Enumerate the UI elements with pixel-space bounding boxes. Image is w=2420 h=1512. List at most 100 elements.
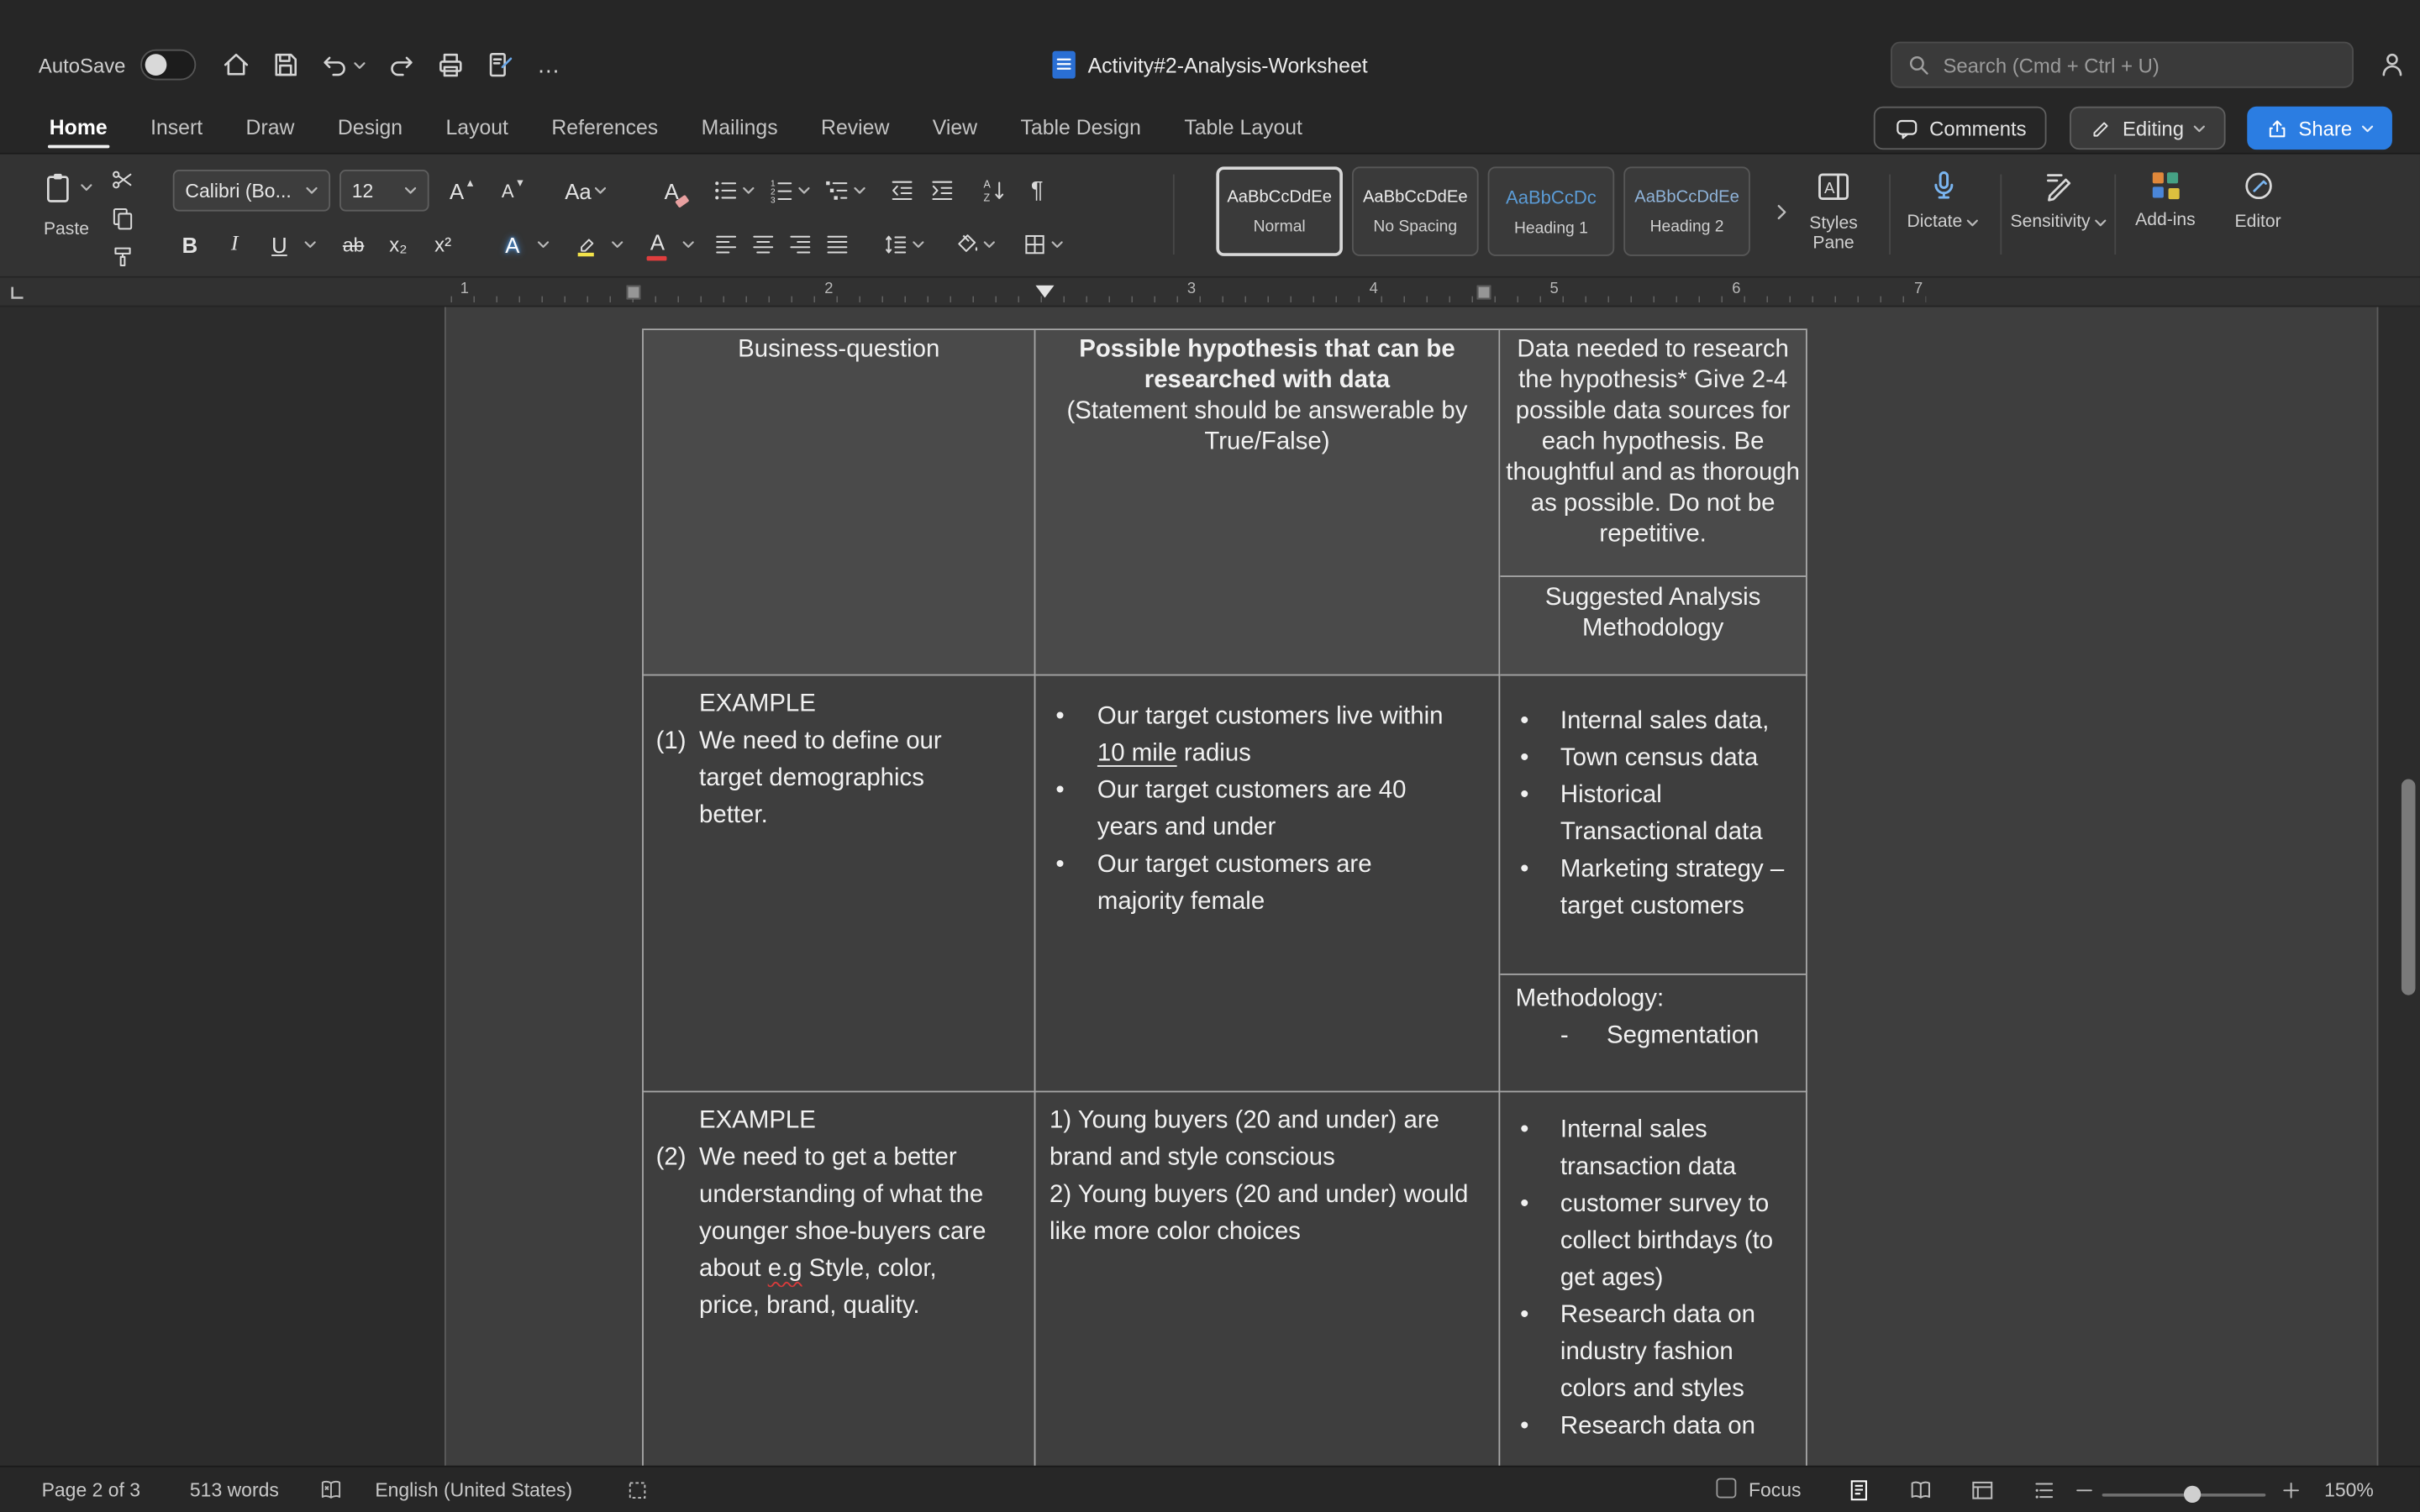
- first-line-indent-marker[interactable]: [1035, 285, 1055, 298]
- style-card-no-spacing[interactable]: AaBbCcDdEe No Spacing: [1351, 166, 1479, 256]
- grow-font-button[interactable]: A ▴: [441, 171, 481, 211]
- line-spacing-button[interactable]: [883, 232, 925, 258]
- bullets-button[interactable]: [713, 177, 755, 203]
- tab-view[interactable]: View: [911, 116, 999, 153]
- sort-button[interactable]: AZ: [981, 177, 1007, 203]
- zoom-percentage[interactable]: 150%: [2324, 1479, 2374, 1501]
- cell-example1-question[interactable]: EXAMPLE (1) We need to define our target…: [642, 675, 1036, 1093]
- cell-example2-hypotheses[interactable]: 1) Young buyers (20 and under) are brand…: [1035, 1092, 1501, 1466]
- justify-button[interactable]: [824, 232, 850, 258]
- header-subcell-data-needed[interactable]: Data needed to research the hypothesis* …: [1500, 330, 1806, 577]
- zoom-out-button[interactable]: [2075, 1479, 2095, 1499]
- undo-menu-chevron-icon[interactable]: [354, 61, 366, 69]
- sensitivity-button[interactable]: Sensitivity: [2009, 168, 2108, 232]
- cell-example2-data[interactable]: Internal sales transaction data customer…: [1500, 1092, 1807, 1466]
- highlight-button[interactable]: [566, 224, 607, 265]
- multilevel-list-button[interactable]: [824, 177, 866, 203]
- subscript-button[interactable]: x₂: [378, 224, 418, 265]
- font-size-select[interactable]: 12: [339, 170, 429, 212]
- align-center-button[interactable]: [750, 232, 776, 258]
- selection-mode-button[interactable]: [625, 1478, 650, 1502]
- cell-example2-question[interactable]: EXAMPLE (2) We need to get a better unde…: [642, 1092, 1036, 1466]
- tab-table-layout[interactable]: Table Layout: [1163, 116, 1324, 153]
- read-mode-view-button[interactable]: [1907, 1477, 1933, 1503]
- tab-mailings[interactable]: Mailings: [680, 116, 799, 153]
- style-card-normal[interactable]: AaBbCcDdEe Normal: [1216, 166, 1343, 256]
- increase-indent-button[interactable]: [929, 177, 955, 203]
- format-painter-button[interactable]: [105, 241, 139, 274]
- align-right-button[interactable]: [787, 232, 813, 258]
- show-paragraph-marks-button[interactable]: ¶: [1031, 177, 1044, 203]
- style-card-heading-1[interactable]: AaBbCcDc Heading 1: [1487, 166, 1615, 256]
- clear-formatting-button[interactable]: A: [651, 171, 692, 211]
- vertical-scrollbar-thumb[interactable]: [2401, 779, 2416, 995]
- tab-review[interactable]: Review: [799, 116, 911, 153]
- table-column-marker[interactable]: [626, 285, 641, 300]
- zoom-in-button[interactable]: [2281, 1479, 2302, 1499]
- highlight-chevron-icon[interactable]: [611, 241, 623, 249]
- undo-button[interactable]: [314, 44, 373, 86]
- underline-chevron-icon[interactable]: [304, 241, 317, 249]
- page-indicator[interactable]: Page 2 of 3: [42, 1479, 140, 1501]
- paste-chevron-icon[interactable]: [80, 183, 92, 191]
- italic-button[interactable]: I: [214, 224, 255, 265]
- zoom-slider[interactable]: [2102, 1479, 2266, 1503]
- print-button[interactable]: [429, 44, 471, 86]
- header-subcell-methodology[interactable]: Suggested Analysis Methodology: [1500, 577, 1806, 675]
- account-button[interactable]: [2377, 50, 2408, 81]
- header-cell-business-question[interactable]: Business-question: [642, 330, 1036, 676]
- font-name-select[interactable]: Calibri (Bo...: [172, 170, 331, 212]
- focus-checkbox[interactable]: [1716, 1477, 1737, 1502]
- styles-pane-button[interactable]: A Styles Pane: [1791, 168, 1877, 253]
- shrink-font-button[interactable]: A ▾: [492, 171, 533, 211]
- home-button[interactable]: [215, 44, 257, 86]
- shading-button[interactable]: [954, 232, 996, 258]
- autosave-toggle[interactable]: [140, 49, 197, 81]
- autosave-document-button[interactable]: [479, 44, 521, 86]
- editor-button[interactable]: Editor: [2219, 168, 2296, 232]
- style-card-heading-2[interactable]: AaBbCcDdEe Heading 2: [1623, 166, 1750, 256]
- text-effects-chevron-icon[interactable]: [537, 241, 550, 249]
- add-ins-button[interactable]: Add-ins: [2123, 168, 2207, 230]
- borders-button[interactable]: [1022, 232, 1064, 258]
- tab-layout[interactable]: Layout: [424, 116, 530, 153]
- subcell-data-sources[interactable]: Internal sales data, Town census data Hi…: [1500, 675, 1806, 975]
- header-cell-data-needed[interactable]: Data needed to research the hypothesis* …: [1500, 330, 1807, 676]
- language-indicator[interactable]: English (United States): [375, 1479, 572, 1501]
- superscript-button[interactable]: x²: [423, 224, 463, 265]
- tab-draw[interactable]: Draw: [224, 116, 316, 153]
- bold-button[interactable]: B: [170, 224, 210, 265]
- word-count[interactable]: 513 words: [190, 1479, 279, 1501]
- subcell-methodology[interactable]: Methodology: - Segmentation: [1500, 975, 1806, 1091]
- header-cell-hypothesis[interactable]: Possible hypothesis that can be research…: [1035, 330, 1501, 676]
- font-color-chevron-icon[interactable]: [682, 241, 695, 249]
- cut-button[interactable]: [105, 164, 139, 197]
- comments-button[interactable]: Comments: [1874, 106, 2047, 150]
- search-box[interactable]: Search (Cmd + Ctrl + U): [1890, 41, 2354, 88]
- dictate-button[interactable]: Dictate: [1898, 168, 1988, 232]
- text-effects-button[interactable]: A: [492, 224, 533, 265]
- web-layout-view-button[interactable]: [1970, 1477, 1996, 1503]
- tab-design[interactable]: Design: [316, 116, 424, 153]
- redo-button[interactable]: [381, 44, 423, 86]
- strikethrough-button[interactable]: ab: [334, 224, 374, 265]
- tab-references[interactable]: References: [530, 116, 680, 153]
- save-button[interactable]: [265, 44, 307, 86]
- document-canvas[interactable]: Business-question Possible hypothesis th…: [0, 307, 2420, 1466]
- share-button[interactable]: Share: [2247, 106, 2392, 150]
- more-commands-button[interactable]: …: [529, 44, 571, 86]
- editing-mode-button[interactable]: Editing: [2070, 106, 2226, 150]
- print-layout-view-button[interactable]: [1846, 1477, 1872, 1503]
- zoom-knob[interactable]: [2183, 1484, 2202, 1503]
- outline-view-button[interactable]: [2031, 1477, 2057, 1503]
- tab-insert[interactable]: Insert: [129, 116, 224, 153]
- tab-table-design[interactable]: Table Design: [999, 116, 1163, 153]
- paste-button[interactable]: Paste: [34, 165, 98, 240]
- align-left-button[interactable]: [713, 232, 739, 258]
- tab-stop-selector-icon[interactable]: [9, 284, 26, 301]
- ruler[interactable]: 1 2 3 4 5 6 7: [0, 277, 2420, 307]
- tab-home[interactable]: Home: [28, 116, 129, 153]
- numbering-button[interactable]: 123: [769, 177, 811, 203]
- copy-button[interactable]: [105, 202, 139, 235]
- cell-example1-data[interactable]: Internal sales data, Town census data Hi…: [1500, 675, 1807, 1093]
